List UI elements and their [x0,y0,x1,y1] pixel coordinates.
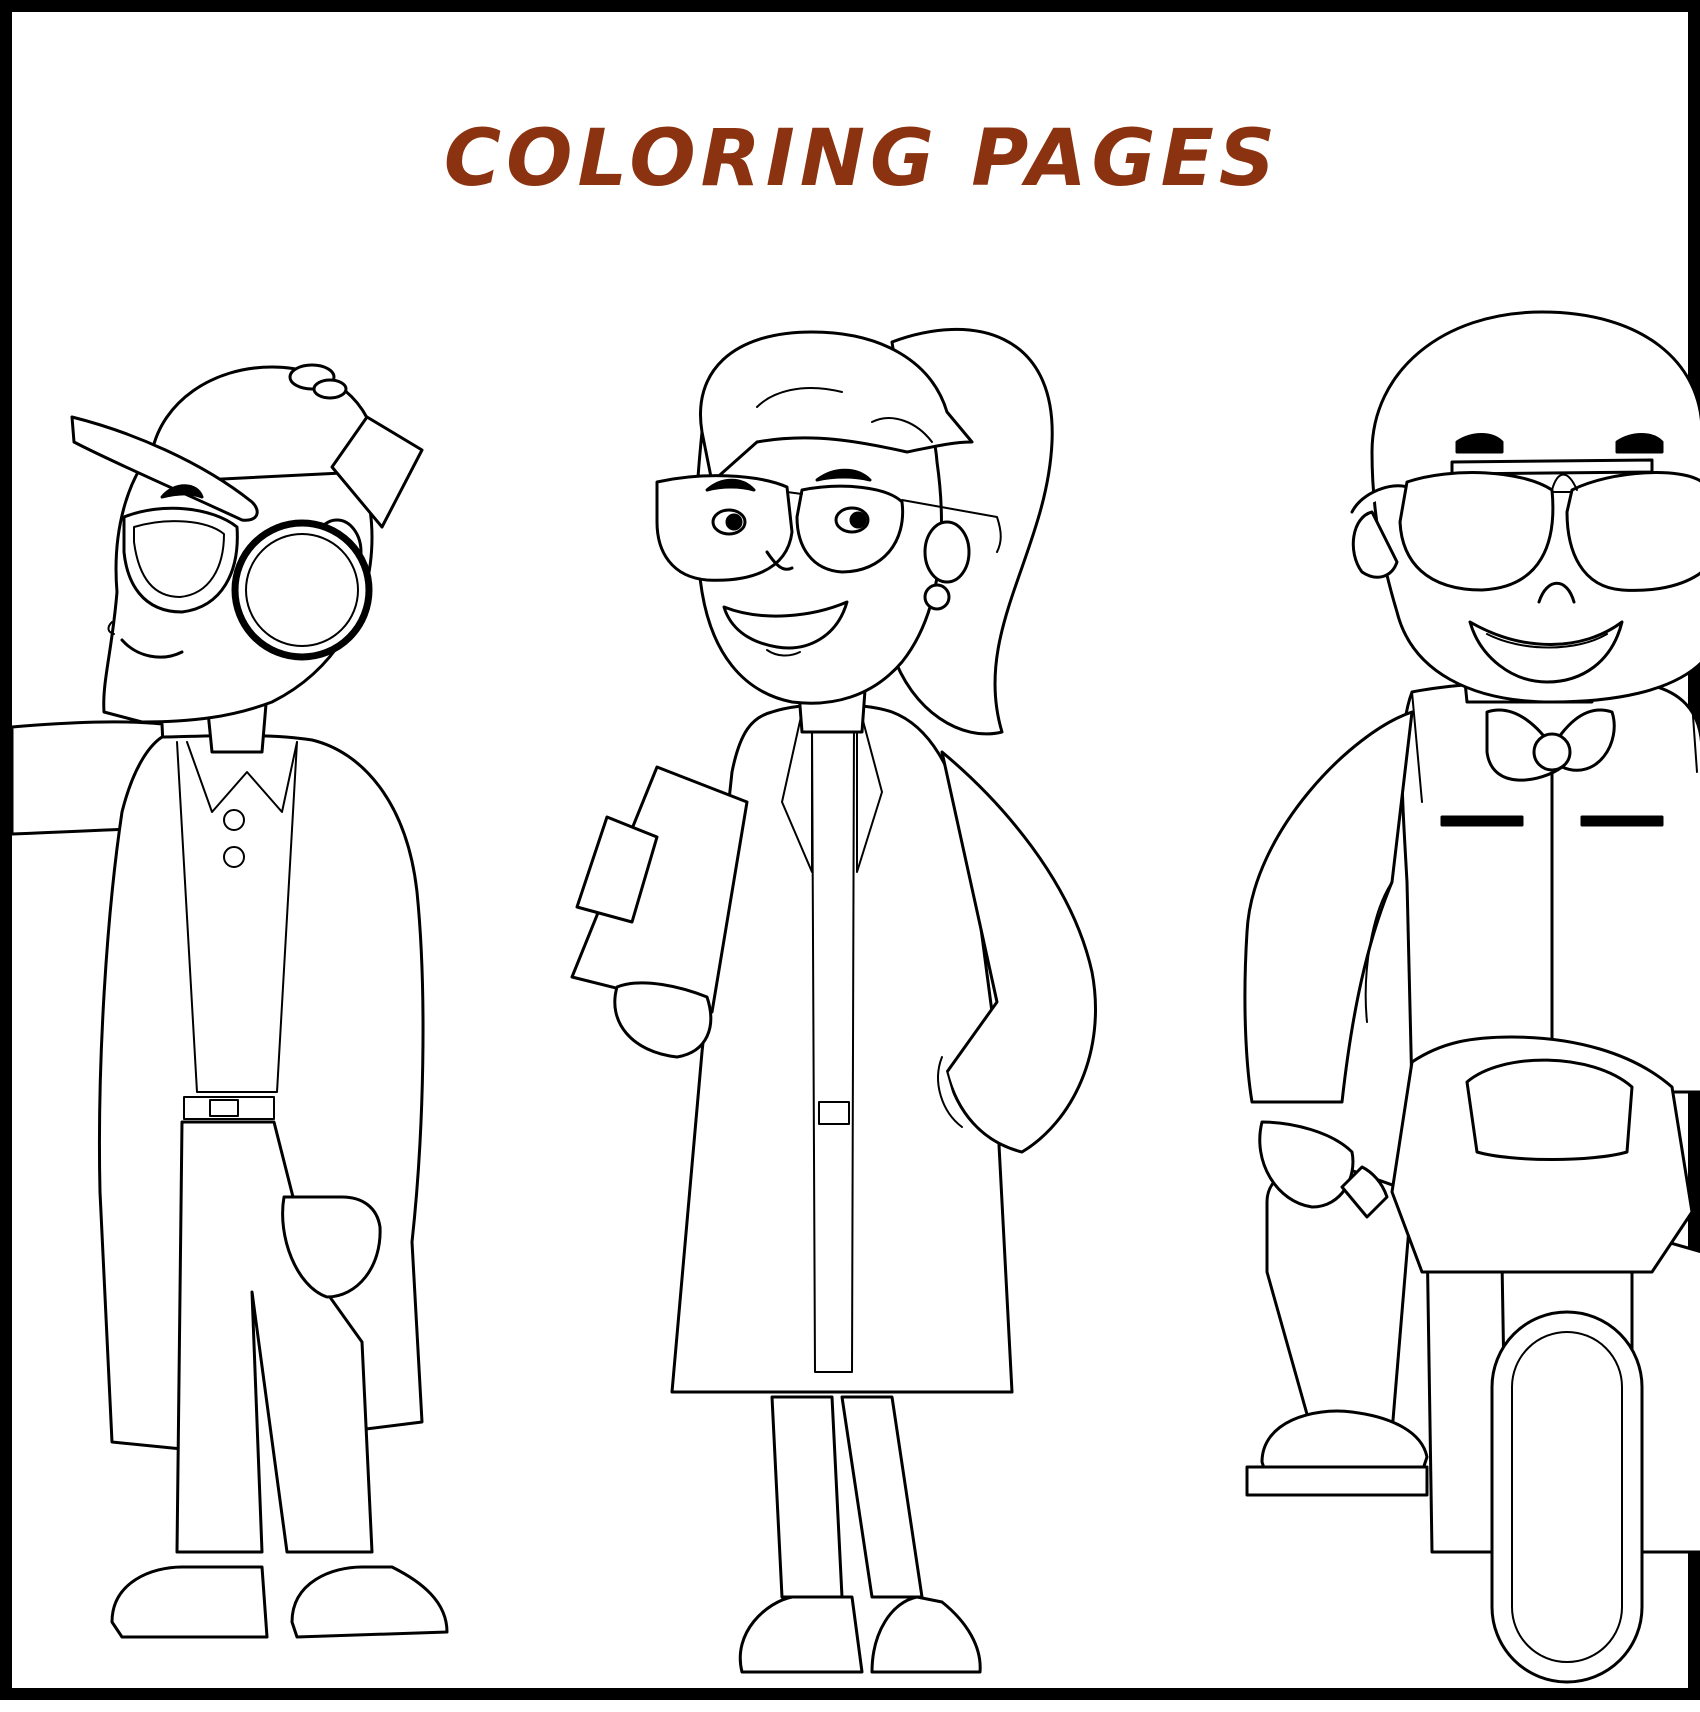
figure-middle-woman [570,328,1097,1674]
page-frame: COLORING PAGES [0,0,1700,1700]
coloring-illustration [12,310,1700,1684]
figure-left-man [12,363,449,1639]
figure-right-biker [1243,310,1700,1684]
